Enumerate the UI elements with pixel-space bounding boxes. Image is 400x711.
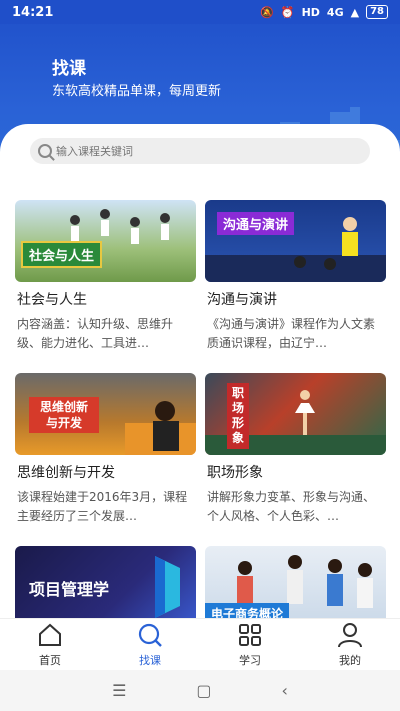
course-card[interactable]: 沟通与演讲 沟通与演讲 《沟通与演讲》课程作为人文素质通识课程，由辽宁…: [205, 200, 386, 353]
battery-icon: 78: [366, 5, 388, 19]
home-square-icon[interactable]: ▢: [196, 681, 211, 700]
system-navigation-bar: ☰ ▢ ‹: [0, 670, 400, 711]
search-icon: [38, 144, 52, 158]
course-title: 沟通与演讲: [207, 292, 277, 308]
tab-find-course[interactable]: 找课: [100, 621, 200, 668]
course-card[interactable]: 电子商务概论: [205, 546, 386, 624]
status-icons: 🔕 ⏰ HD 4G ▲ 78: [260, 5, 388, 19]
thumbnail-label: 职场形象: [227, 383, 249, 449]
mute-icon: 🔕: [260, 5, 274, 19]
course-card[interactable]: 职场形象 职场形象 讲解形象力变革、形象与沟通、个人风格、个人色彩、…: [205, 373, 386, 526]
tab-profile[interactable]: 我的: [300, 621, 400, 668]
thumbnail-label: 社会与人生: [21, 241, 103, 268]
user-icon: [336, 621, 364, 649]
network-label: 4G: [326, 5, 344, 19]
tab-study[interactable]: 学习: [200, 621, 300, 668]
course-description: 该课程始建于2016年3月，课程主要经历了三个发展…: [17, 490, 188, 523]
thumbnail-label: 思维创新与开发: [29, 397, 99, 433]
course-description: 《沟通与演讲》课程作为人文素质通识课程，由辽宁…: [207, 317, 376, 350]
tab-label: 学习: [239, 654, 261, 667]
page-title: 找课: [52, 59, 86, 79]
course-description: 内容涵盖：认知升级、思维升级、能力进化、工具进…: [17, 317, 174, 350]
course-thumbnail: 沟通与演讲: [205, 200, 386, 282]
status-bar: 14:21 🔕 ⏰ HD 4G ▲ 78: [0, 0, 400, 24]
back-icon[interactable]: ‹: [282, 681, 288, 700]
tab-label: 首页: [39, 654, 61, 667]
bottom-tab-bar: 首页 找课 学习 我的: [0, 618, 400, 670]
course-thumbnail: 电子商务概论: [205, 546, 386, 624]
course-thumbnail: 思维创新与开发: [15, 373, 196, 455]
course-card[interactable]: 社会与人生 社会与人生 内容涵盖：认知升级、思维升级、能力进化、工具进…: [15, 200, 196, 353]
course-card[interactable]: 思维创新与开发 思维创新与开发 该课程始建于2016年3月，课程主要经历了三个发…: [15, 373, 196, 526]
course-title: 职场形象: [207, 465, 263, 481]
status-time: 14:21: [12, 4, 54, 20]
search-bar[interactable]: [30, 138, 370, 164]
course-description: 讲解形象力变革、形象与沟通、个人风格、个人色彩、…: [207, 490, 376, 523]
content-panel: 社会与人生 社会与人生 内容涵盖：认知升级、思维升级、能力进化、工具进… 沟通与…: [0, 124, 400, 624]
menu-icon[interactable]: ☰: [112, 681, 126, 700]
thumbnail-label: 沟通与演讲: [217, 212, 295, 235]
course-title: 社会与人生: [17, 292, 87, 308]
course-title: 思维创新与开发: [17, 465, 115, 481]
course-thumbnail: 职场形象: [205, 373, 386, 455]
tab-label: 我的: [339, 654, 361, 667]
wifi-icon: ▲: [350, 5, 360, 19]
course-thumbnail: 社会与人生: [15, 200, 196, 282]
page-subtitle: 东软高校精品单课，每周更新: [52, 84, 222, 99]
course-card[interactable]: 项目管理学: [15, 546, 196, 624]
course-grid: 社会与人生 社会与人生 内容涵盖：认知升级、思维升级、能力进化、工具进… 沟通与…: [15, 200, 386, 624]
search-icon: [136, 621, 164, 649]
tab-home[interactable]: 首页: [0, 621, 100, 668]
grid-icon: [236, 621, 264, 649]
alarm-icon: ⏰: [280, 5, 295, 19]
search-input[interactable]: [56, 144, 346, 158]
thumbnail-label: 项目管理学: [29, 580, 110, 599]
tab-label: 找课: [139, 654, 161, 667]
home-icon: [36, 621, 64, 649]
hd-badge: HD: [301, 5, 320, 19]
course-thumbnail: 项目管理学: [15, 546, 196, 624]
